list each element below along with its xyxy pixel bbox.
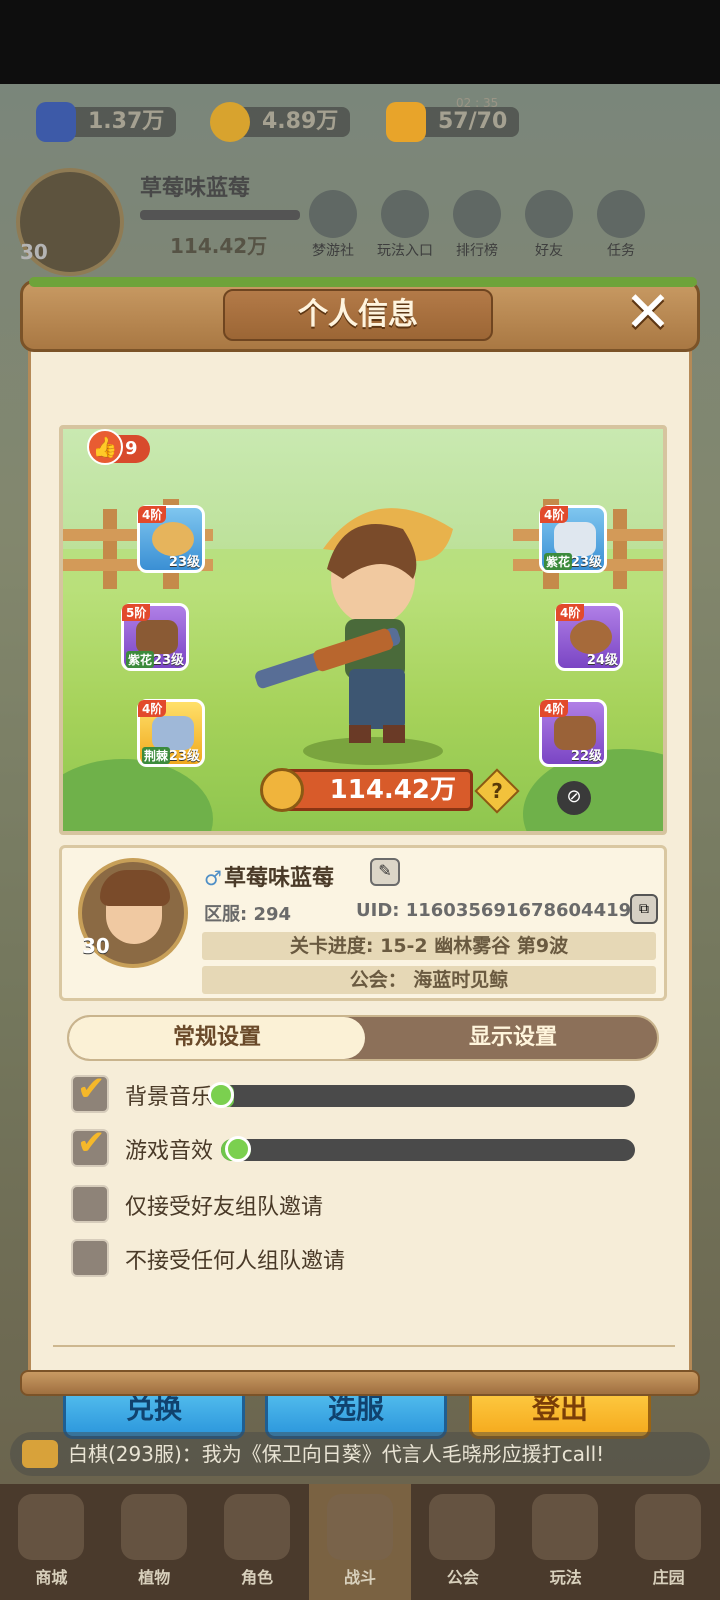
nav-shop[interactable]: 商城 [0,1484,103,1600]
equip-gloves[interactable]: 5阶 紫花 23级 [121,603,189,671]
guild-icon [429,1494,496,1560]
equip-pants[interactable]: 4阶 荆棘 23级 [137,699,205,767]
slider-knob[interactable] [225,1136,251,1162]
check-icon: ✔ [77,1123,106,1163]
power-key-icon [260,768,304,812]
settings-tabs: 常规设置 显示设置 [67,1015,659,1061]
player-level: 30 [82,934,110,958]
equip-shirt[interactable]: 4阶 紫花 23级 [539,505,607,573]
equip-boots[interactable]: 4阶 22级 [539,699,607,767]
nav-battle[interactable]: 战斗 [308,1484,412,1600]
setting-friends-only: 仅接受好友组队邀请 [71,1185,471,1225]
close-icon[interactable]: ✕ [619,285,677,343]
modal-body: 👍 9 4阶 23级 4阶 紫花 23级 5阶 紫花 23级 4阶 24级 4阶… [28,342,692,1439]
thumbs-up-icon: 👍 [87,429,123,465]
divider [53,1345,675,1347]
world-chat-bar[interactable]: 白棋(293服)：我为《保卫向日葵》代言人毛晓彤应援打call! [10,1432,710,1476]
character-scene: 👍 9 4阶 23级 4阶 紫花 23级 5阶 紫花 23级 4阶 24级 4阶… [59,425,667,835]
nav-character[interactable]: 角色 [206,1484,309,1600]
bgm-checkbox[interactable]: ✔ [71,1069,109,1113]
check-icon: ✔ [77,1069,106,1109]
bush [63,759,213,831]
modal-title-plate: 个人信息 [223,289,493,341]
plant-icon [120,1494,187,1560]
tab-display-settings[interactable]: 显示设置 [365,1017,661,1059]
setting-bgm: ✔ 背景音乐 [71,1069,651,1115]
male-gender-icon: ♂ [204,866,222,890]
battle-icon [326,1494,393,1560]
edit-name-icon[interactable]: ✎ [370,858,400,886]
no-invite-checkbox[interactable] [71,1239,109,1277]
hide-eye-icon[interactable]: ⊘ [557,781,591,815]
avatar-hair [100,870,170,906]
profile-modal: 👍 9 4阶 23级 4阶 紫花 23级 5阶 紫花 23级 4阶 24级 4阶… [20,277,700,1439]
modal-title: 个人信息 [298,297,418,332]
lightning-icon [386,102,426,142]
nav-guild[interactable]: 公会 [411,1484,514,1600]
sfx-slider[interactable] [221,1136,635,1162]
nav-gameplay[interactable]: 玩法 [514,1484,617,1600]
character-icon [223,1494,290,1560]
chat-icon [22,1440,58,1468]
like-counter[interactable]: 👍 9 [87,429,150,465]
gem-icon [36,102,76,142]
friends-only-checkbox[interactable] [71,1185,109,1223]
shop-icon [18,1494,84,1560]
modal-footer [20,1370,700,1396]
coin-icon [210,102,250,142]
guild-name: 公会： 海蓝时见鲸 [202,966,656,994]
slider-knob[interactable] [208,1082,234,1108]
stage-progress: 关卡进度: 15-2 幽林雾谷 第9波 [202,932,656,960]
help-button[interactable]: ? [474,768,520,814]
header-grass [29,277,697,287]
uid-text: UID: 1160356916786044198 [356,900,644,921]
player-info-card: 30 ♂草莓味蓝莓 ✎ 区服: 294 UID: 116035691678604… [59,845,667,1001]
nav-manor[interactable]: 庄园 [617,1484,720,1600]
sfx-checkbox[interactable]: ✔ [71,1123,109,1167]
equip-hat[interactable]: 4阶 23级 [137,505,205,573]
bgm-slider[interactable] [208,1082,635,1108]
modal-header: 个人信息 ✕ [20,277,700,352]
server-text: 区服: 294 [204,904,292,925]
manor-icon [635,1494,702,1560]
gameplay-icon [532,1494,599,1560]
combat-power-banner: 114.42万 [260,768,473,812]
copy-icon[interactable]: ⧉ [630,894,658,924]
nav-plants[interactable]: 植物 [103,1484,206,1600]
setting-sfx: ✔ 游戏音效 [71,1123,651,1169]
bottom-nav: 商城 植物 角色 战斗 公会 玩法 庄园 [0,1484,720,1600]
player-name: ♂草莓味蓝莓 [204,866,334,891]
equip-belt[interactable]: 4阶 24级 [555,603,623,671]
setting-no-invite: 不接受任何人组队邀请 [71,1239,471,1279]
player-character [255,508,453,765]
tab-general-settings[interactable]: 常规设置 [69,1017,365,1059]
